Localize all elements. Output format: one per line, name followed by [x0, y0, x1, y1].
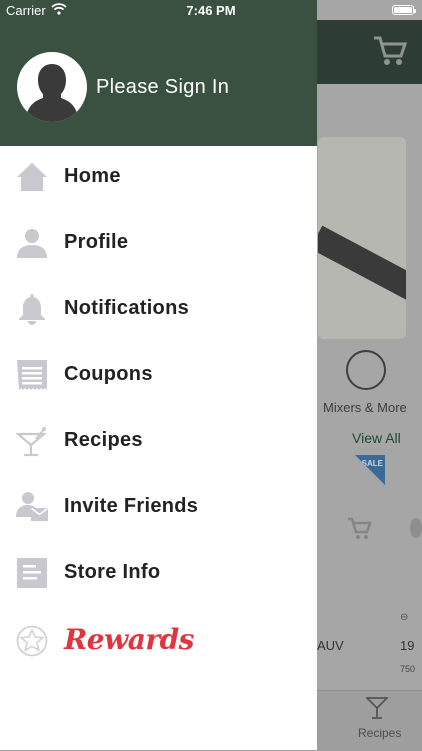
coupon-icon — [17, 360, 47, 390]
bell-icon — [19, 294, 45, 325]
category-label[interactable]: Mixers & More — [323, 400, 407, 415]
sign-in-label[interactable]: Please Sign In — [96, 76, 229, 99]
menu-item-label: Profile — [64, 231, 129, 253]
menu-item-label: Invite Friends — [64, 495, 199, 517]
view-all-link[interactable]: View All — [352, 430, 401, 446]
mixers-icon[interactable] — [346, 350, 386, 390]
cocktail-icon — [16, 427, 48, 457]
menu-item-label: Store Info — [64, 561, 161, 583]
invite-icon — [16, 492, 48, 521]
product-name-partial[interactable]: AUV — [317, 638, 344, 653]
document-icon — [17, 558, 47, 588]
person-icon — [17, 229, 47, 258]
product-icon-partial: ⊖ — [400, 612, 409, 623]
menu-item-store-info[interactable]: Store Info — [0, 549, 317, 599]
menu-item-label: Home — [64, 165, 121, 187]
product-price-partial: 19 — [400, 638, 415, 653]
tab-recipes-icon[interactable] — [366, 696, 388, 720]
avatar[interactable] — [17, 52, 87, 122]
promo-image[interactable] — [318, 137, 406, 339]
menu-item-invite-friends[interactable]: Invite Friends — [0, 483, 317, 533]
rewards-logo-text[interactable]: Rewards — [64, 623, 194, 656]
side-drawer: Please Sign In Home Profile Notification… — [0, 0, 317, 750]
menu-item-label: Notifications — [64, 297, 190, 319]
product-image-partial — [410, 518, 422, 538]
user-silhouette-icon — [25, 64, 79, 122]
cart-icon[interactable] — [372, 34, 408, 68]
menu-item-home[interactable]: Home — [0, 153, 317, 203]
menu-item-coupons[interactable]: Coupons — [0, 351, 317, 401]
menu-item-recipes[interactable]: Recipes — [0, 417, 317, 467]
status-bar: Carrier 7:46 PM — [0, 0, 422, 20]
battery-icon — [392, 5, 416, 15]
product-size-partial: 750 — [400, 664, 416, 674]
add-to-cart-icon[interactable] — [347, 516, 373, 542]
star-badge-icon — [16, 625, 48, 657]
drawer-header[interactable]: Please Sign In — [0, 0, 317, 146]
sale-badge-label: SALE — [361, 459, 383, 468]
menu-item-profile[interactable]: Profile — [0, 219, 317, 269]
menu-item-notifications[interactable]: Notifications — [0, 285, 317, 335]
sale-badge: SALE — [355, 455, 385, 485]
home-icon — [17, 163, 47, 191]
tab-recipes-label[interactable]: Recipes — [358, 726, 401, 740]
clock: 7:46 PM — [186, 3, 236, 18]
menu-item-label: Recipes — [64, 429, 143, 451]
menu-item-label: Coupons — [64, 363, 153, 385]
